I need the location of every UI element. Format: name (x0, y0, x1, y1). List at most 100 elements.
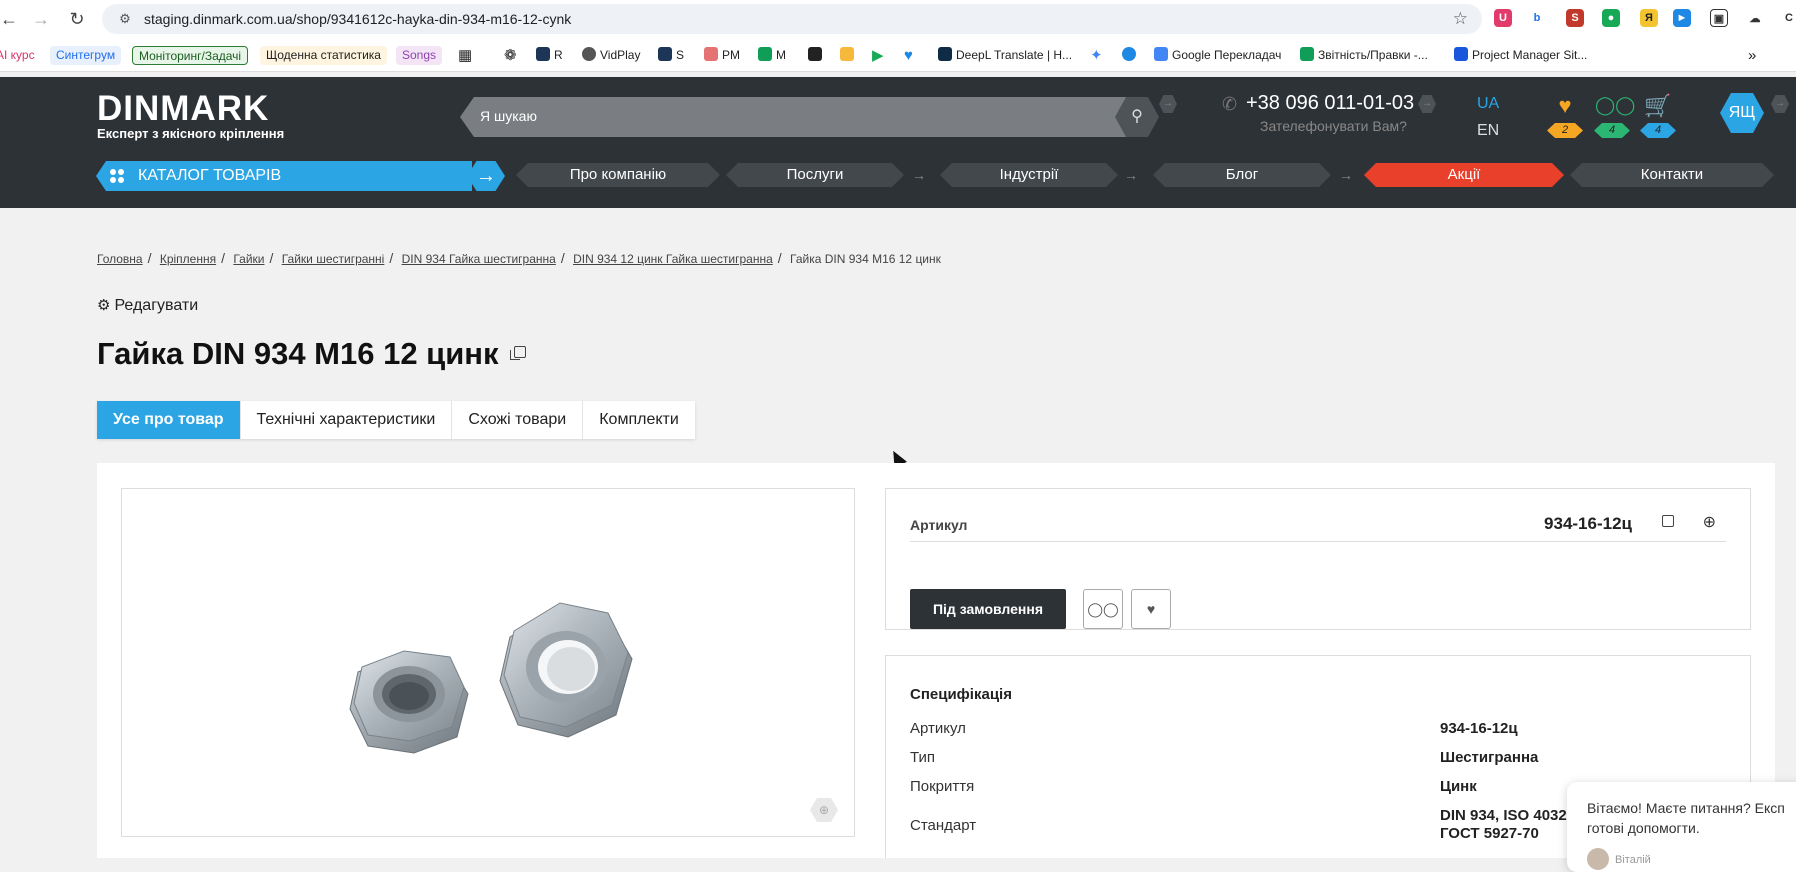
sku-label: Артикул (910, 517, 968, 533)
nav-contacts[interactable]: Контакти (1570, 163, 1774, 187)
extension-icon-shield[interactable]: U (1494, 9, 1512, 27)
compare-icon[interactable]: ◯◯ (1595, 95, 1635, 116)
extension-icon-b[interactable]: b (1528, 9, 1546, 27)
breadcrumb-separator: / (147, 250, 152, 266)
extension-icon-translate[interactable]: Я (1640, 9, 1658, 27)
search-placeholder: Я шукаю (480, 108, 537, 124)
compare-button[interactable]: ◯◯ (1083, 589, 1123, 629)
bookmark-songs[interactable]: Songs (396, 46, 443, 65)
breadcrumb-home[interactable]: Головна (97, 252, 143, 266)
spec-key: Артикул (910, 720, 966, 737)
breadcrumb-separator: / (389, 250, 394, 266)
copy-title-icon[interactable] (510, 346, 526, 360)
forward-icon[interactable]: → (24, 2, 58, 36)
tab-similar[interactable]: Схожі товари (452, 401, 584, 439)
phone-arrow-icon[interactable]: → (1418, 95, 1436, 113)
nav-services[interactable]: Послуги (726, 163, 904, 187)
chat-agent-avatar (1587, 848, 1609, 870)
extension-icon-record[interactable]: ● (1602, 9, 1620, 27)
callback-link[interactable]: Зателефонувати Вам? (1260, 118, 1407, 134)
edit-link[interactable]: ⚙ Редагувати (97, 296, 198, 315)
bookmark-deepl[interactable]: DeepL Translate | H... (938, 46, 1072, 65)
bookmark-google-translate[interactable]: Google Перекладач (1154, 46, 1281, 65)
search-input[interactable]: Я шукаю (460, 97, 1128, 137)
spec-key: Стандарт (910, 817, 977, 834)
lang-en[interactable]: EN (1477, 122, 1499, 140)
bookmark-m[interactable]: M (758, 46, 786, 65)
address-bar[interactable]: ⚙ staging.dinmark.com.ua/shop/9341612c-h… (102, 4, 1482, 34)
bookmark-r[interactable]: R (536, 46, 563, 65)
product-image[interactable]: ⊕ (121, 488, 855, 837)
bookmark-icon-1[interactable] (808, 46, 826, 65)
bookmark-s[interactable]: S (658, 46, 684, 65)
catalog-button[interactable]: КАТАЛОГ ТОВАРІВ (96, 161, 472, 191)
bookmark-project-manager[interactable]: Project Manager Sit... (1454, 46, 1587, 65)
bookmark-syntegrum[interactable]: Синтегрум (50, 46, 122, 65)
extension-icon-flag[interactable]: ► (1673, 9, 1691, 27)
tab-overview[interactable]: Усе про товар (97, 401, 241, 439)
add-circle-icon[interactable]: ⊕ (1703, 512, 1716, 532)
chat-popup[interactable]: Вітаємо! Маєте питання? Експ готові допо… (1567, 782, 1796, 872)
back-icon[interactable]: ← (0, 2, 26, 36)
nav-blog[interactable]: Блог (1153, 163, 1331, 187)
site-logo[interactable]: DINMARK Експерт з якісного кріплення (97, 89, 284, 141)
bookmark-daily-stats[interactable]: Щоденна статистика (260, 46, 387, 65)
bookmark-icon-2[interactable] (840, 46, 858, 65)
search-arrow-icon[interactable]: → (1159, 95, 1177, 113)
pre-order-button[interactable]: Під замовлення (910, 589, 1066, 629)
copy-sku-icon[interactable] (1662, 515, 1674, 527)
breadcrumb-nuts[interactable]: Гайки (233, 252, 264, 266)
bookmark-openai-icon[interactable]: ❁ (504, 46, 517, 65)
breadcrumb-din934-zinc[interactable]: DIN 934 12 цинк Гайка шестигранна (573, 252, 773, 266)
url-text[interactable]: staging.dinmark.com.ua/shop/9341612c-hay… (144, 11, 571, 27)
lang-ua[interactable]: UA (1477, 95, 1499, 113)
bookmark-icon-5[interactable] (1122, 46, 1140, 65)
extension-icon-image[interactable]: ▣ (1710, 9, 1728, 27)
bookmark-vidplay[interactable]: VidPlay (582, 46, 640, 65)
catalog-grid-icon (110, 169, 124, 183)
reload-icon[interactable]: ↻ (60, 2, 94, 36)
breadcrumb-hex-nuts[interactable]: Гайки шестигранні (282, 252, 385, 266)
tab-kits[interactable]: Комплекти (583, 401, 695, 439)
product-tabs: Усе про товар Технічні характеристики Сх… (97, 401, 695, 439)
bookmark-star-icon[interactable]: ☆ (1453, 9, 1468, 29)
breadcrumb-din934[interactable]: DIN 934 Гайка шестигранна (402, 252, 556, 266)
spec-value: 934-16-12ц (1440, 720, 1518, 737)
cloud-icon[interactable]: ☁ (1746, 9, 1764, 27)
page-title: Гайка DIN 934 M16 12 цинк (97, 336, 499, 371)
cart-icon[interactable]: 🛒 (1641, 93, 1675, 119)
nav-blog-arrow-icon[interactable]: → (1335, 166, 1357, 184)
nav-industries-arrow-icon[interactable]: → (1120, 166, 1142, 184)
sku-card: Артикул 934-16-12ц ⊕ Під замовлення ◯◯ ♥ (885, 488, 1751, 630)
bookmark-pm[interactable]: PM (704, 46, 740, 65)
extension-icon-cut[interactable]: C (1780, 9, 1796, 27)
apps-grid-icon[interactable]: ▦ (458, 46, 472, 65)
bookmark-gemini-icon[interactable]: ✦ (1090, 46, 1103, 65)
tab-specifications[interactable]: Технічні характеристики (241, 401, 453, 439)
nav-promotions[interactable]: Акції (1364, 163, 1564, 187)
favorites-heart-icon[interactable]: ♥ (1548, 93, 1582, 119)
bookmark-ai-course[interactable]: AI курс (0, 46, 35, 65)
compare-count-badge: 4 (1594, 123, 1630, 138)
nav-about[interactable]: Про компанію (516, 163, 720, 187)
extension-icon-s[interactable]: S (1566, 9, 1584, 27)
catalog-arrow-icon[interactable]: → (467, 161, 505, 191)
logo-tagline: Експерт з якісного кріплення (97, 126, 285, 141)
bookmark-monitoring[interactable]: Моніторинг/Задачі (132, 46, 249, 65)
favorite-button[interactable]: ♥ (1131, 589, 1171, 629)
spec-title: Специфікація (910, 686, 1012, 703)
main-nav: КАТАЛОГ ТОВАРІВ → Про компанію Послуги →… (0, 161, 1796, 191)
nav-services-arrow-icon[interactable]: → (908, 166, 930, 184)
hex-nuts-image (349, 602, 633, 754)
breadcrumb-fasteners[interactable]: Кріплення (160, 252, 216, 266)
bookmark-icon-3[interactable]: ▶ (872, 46, 884, 65)
bookmark-reports[interactable]: Звітність/Правки -... (1300, 46, 1428, 65)
site-info-icon[interactable]: ⚙ (112, 11, 138, 27)
bookmark-icon-4[interactable]: ♥ (904, 46, 913, 65)
user-avatar[interactable]: ЯЩ (1720, 93, 1764, 133)
user-gear-icon: ⚙ (97, 297, 111, 314)
more-bookmarks-icon[interactable]: » (1748, 46, 1756, 65)
user-menu-arrow-icon[interactable]: → (1771, 95, 1789, 113)
nav-industries[interactable]: Індустрії (940, 163, 1118, 187)
phone-number[interactable]: +38 096 011-01-03 (1246, 92, 1414, 115)
